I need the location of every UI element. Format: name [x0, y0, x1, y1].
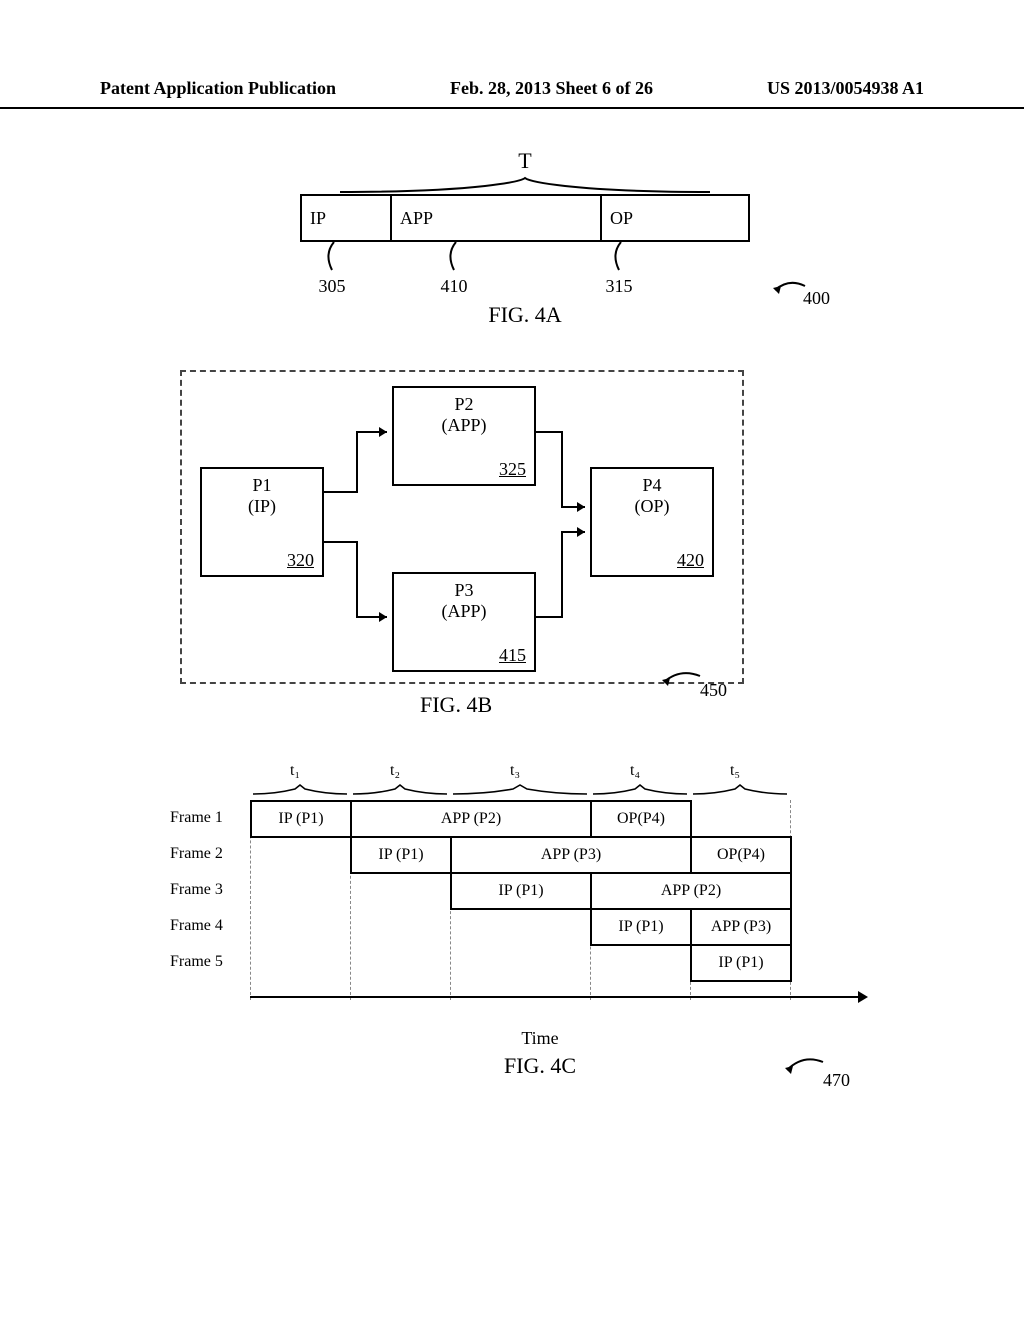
- fig4a-brace-label: T: [518, 148, 531, 173]
- stage-cell: IP (P1): [590, 908, 692, 946]
- patent-page: Patent Application Publication Feb. 28, …: [0, 0, 1024, 1320]
- fig4a-ref: 400: [803, 288, 830, 309]
- fig4b-ref: 450: [700, 680, 727, 701]
- stage-cell: APP (P2): [590, 872, 792, 910]
- stage-cell: IP (P1): [690, 944, 792, 982]
- fig4b-boundary: P1 (IP) 320 P2 (APP) 325 P3 (APP) 415 P4…: [180, 370, 744, 684]
- tick-brace-icon: [690, 782, 790, 796]
- time-tick-1: t₁: [290, 762, 300, 780]
- fig4a-seg-op: OP: [602, 196, 710, 240]
- frame-row: Frame 3IP (P1)APP (P2): [170, 872, 830, 908]
- fig4a-ref-410: 410: [441, 276, 468, 297]
- frame-row: Frame 5 IP (P1): [170, 944, 830, 980]
- stage-cell: IP (P1): [350, 836, 452, 874]
- header-left: Patent Application Publication: [100, 78, 336, 99]
- fig4c-time-header: t₁ t₂ t₃ t₄ t₅: [170, 760, 830, 800]
- stage-cell: IP (P1): [450, 872, 592, 910]
- fig4a-caption: FIG. 4A: [300, 302, 750, 328]
- header-center: Feb. 28, 2013 Sheet 6 of 26: [450, 78, 653, 99]
- fig4c-xlabel: Time: [250, 1028, 830, 1049]
- leader-hook-icon: [442, 242, 472, 274]
- fig4c-ref: 470: [823, 1070, 850, 1091]
- stage-cell: APP (P3): [450, 836, 692, 874]
- fig4c-caption: FIG. 4C: [250, 1053, 830, 1079]
- frame-row: Frame 2IP (P1)APP (P3)OP(P4): [170, 836, 830, 872]
- stage-cell: OP(P4): [590, 800, 692, 838]
- fig4a-ref-305: 305: [319, 276, 346, 297]
- page-header: Patent Application Publication Feb. 28, …: [0, 78, 1024, 109]
- header-right: US 2013/0054938 A1: [767, 78, 924, 99]
- frame-row: Frame 1IP (P1)APP (P2)OP(P4): [170, 800, 830, 836]
- arrow-right-icon: [858, 991, 868, 1003]
- fig4c-axis: [170, 986, 830, 1016]
- figure-4c: t₁t₂t₃t₄t₅ Frame 1IP (P1)APP (P2)OP(P4)F…: [170, 760, 830, 1079]
- time-tick-4: t₄: [630, 762, 640, 780]
- time-tick-5: t₅: [730, 762, 740, 780]
- stage-cell: IP (P1): [250, 800, 352, 838]
- frame-row: Frame 4IP (P1)APP (P3): [170, 908, 830, 944]
- curly-brace-icon: [335, 176, 715, 194]
- frame-label: Frame 5: [170, 953, 250, 971]
- fig4a-seg-app: APP: [392, 196, 602, 240]
- frame-slots: IP (P1)APP (P2): [250, 872, 830, 908]
- frame-label: Frame 1: [170, 809, 250, 827]
- fig4a-brace: T: [300, 150, 750, 194]
- tick-brace-icon: [590, 782, 690, 796]
- leader-hook-icon: [320, 242, 350, 274]
- tick-brace-icon: [250, 782, 350, 796]
- time-axis-line: [250, 996, 860, 998]
- frame-label: Frame 3: [170, 881, 250, 899]
- fig4a-sequence: IPAPPOP: [300, 194, 750, 242]
- fig4c-frames: Frame 1IP (P1)APP (P2)OP(P4)Frame 2IP (P…: [170, 800, 830, 980]
- fig4a-ref-num: 400: [803, 288, 830, 308]
- leader-hook-icon: [607, 242, 637, 274]
- figure-4b: P1 (IP) 320 P2 (APP) 325 P3 (APP) 415 P4…: [180, 370, 740, 680]
- stage-cell: APP (P2): [350, 800, 592, 838]
- fig4b-arrows: [182, 372, 742, 682]
- frame-label: Frame 2: [170, 845, 250, 863]
- frame-slots: IP (P1)APP (P2)OP(P4): [250, 800, 830, 836]
- fig4a-leaders: 400 305410315: [300, 242, 750, 302]
- fig4b-ref-num: 450: [700, 680, 727, 700]
- stage-cell: APP (P3): [690, 908, 792, 946]
- time-tick-3: t₃: [510, 762, 520, 780]
- fig4c-ref-num: 470: [823, 1070, 850, 1090]
- tick-brace-icon: [350, 782, 450, 796]
- fig4a-ref-315: 315: [606, 276, 633, 297]
- fig4b-caption: FIG. 4B: [420, 692, 492, 718]
- stage-cell: OP(P4): [690, 836, 792, 874]
- frame-slots: IP (P1)APP (P3): [250, 908, 830, 944]
- figure-4a: T IPAPPOP 400 305410315 FIG. 4A: [300, 150, 750, 328]
- frame-label: Frame 4: [170, 917, 250, 935]
- tick-brace-icon: [450, 782, 590, 796]
- fig4a-seg-ip: IP: [302, 196, 392, 240]
- frame-slots: IP (P1): [250, 944, 830, 980]
- frame-slots: IP (P1)APP (P3)OP(P4): [250, 836, 830, 872]
- time-tick-2: t₂: [390, 762, 400, 780]
